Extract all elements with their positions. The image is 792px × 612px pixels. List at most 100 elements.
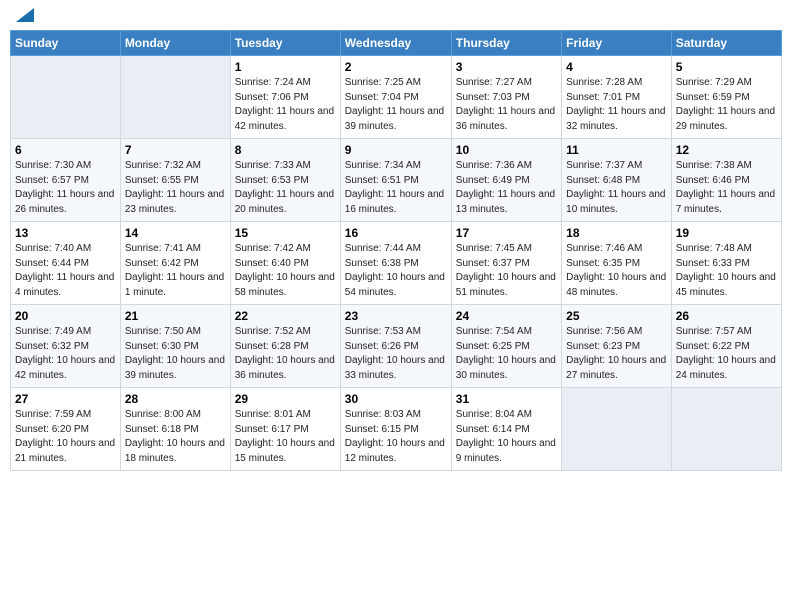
cell-details: Sunrise: 7:33 AMSunset: 6:53 PMDaylight:…: [235, 159, 336, 217]
day-number: 22: [235, 309, 336, 323]
day-number: 29: [235, 392, 336, 406]
calendar-week-row: 27 Sunrise: 7:59 AMSunset: 6:20 PMDayligh…: [11, 388, 782, 471]
day-header-saturday: Saturday: [671, 31, 781, 56]
calendar-table: SundayMondayTuesdayWednesdayThursdayFrid…: [10, 30, 782, 471]
day-number: 27: [15, 392, 116, 406]
calendar-cell: 20Sunrise: 7:49 AMSunset: 6:32 PMDayligh…: [11, 305, 121, 388]
logo-icon: [16, 8, 34, 22]
cell-details: Sunrise: 7:30 AMSunset: 6:57 PMDaylight:…: [15, 159, 116, 217]
day-header-tuesday: Tuesday: [230, 31, 340, 56]
cell-details: Sunrise: 8:03 AMSunset: 6:15 PMDaylight:…: [345, 408, 447, 466]
calendar-cell: 11 Sunrise: 7:37 AMSunset: 6:48 PMDayligh…: [562, 139, 672, 222]
cell-details: Sunrise: 7:52 AMSunset: 6:28 PMDaylight:…: [235, 325, 336, 383]
day-number: 26: [676, 309, 777, 323]
calendar-cell: 8 Sunrise: 7:33 AMSunset: 6:53 PMDaylight…: [230, 139, 340, 222]
day-number: 18: [566, 226, 667, 240]
cell-details: Sunrise: 7:50 AMSunset: 6:30 PMDaylight:…: [125, 325, 226, 383]
day-header-wednesday: Wednesday: [340, 31, 451, 56]
day-number: 12: [676, 143, 777, 157]
calendar-cell: 24 Sunrise: 7:54 AMSunset: 6:25 PMDayligh…: [451, 305, 561, 388]
cell-details: Sunrise: 8:01 AMSunset: 6:17 PMDaylight:…: [235, 408, 336, 466]
calendar-cell: 22 Sunrise: 7:52 AMSunset: 6:28 PMDayligh…: [230, 305, 340, 388]
cell-details: Sunrise: 7:29 AMSunset: 6:59 PMDaylight:…: [676, 76, 777, 134]
cell-details: Sunrise: 8:00 AMSunset: 6:18 PMDaylight:…: [125, 408, 226, 466]
cell-details: Sunrise: 7:46 AMSunset: 6:35 PMDaylight:…: [566, 242, 667, 300]
cell-details: Sunrise: 7:34 AMSunset: 6:51 PMDaylight:…: [345, 159, 447, 217]
day-number: 24: [456, 309, 557, 323]
day-number: 19: [676, 226, 777, 240]
day-number: 17: [456, 226, 557, 240]
calendar-cell: 6 Sunrise: 7:30 AMSunset: 6:57 PMDaylight…: [11, 139, 121, 222]
calendar-cell: 29 Sunrise: 8:01 AMSunset: 6:17 PMDayligh…: [230, 388, 340, 471]
logo: [14, 10, 34, 22]
day-number: 25: [566, 309, 667, 323]
day-header-sunday: Sunday: [11, 31, 121, 56]
calendar-cell: 10 Sunrise: 7:36 AMSunset: 6:49 PMDayligh…: [451, 139, 561, 222]
calendar-cell: [671, 388, 781, 471]
calendar-cell: [562, 388, 672, 471]
cell-details: Sunrise: 7:41 AMSunset: 6:42 PMDaylight:…: [125, 242, 226, 300]
cell-details: Sunrise: 7:44 AMSunset: 6:38 PMDaylight:…: [345, 242, 447, 300]
cell-details: Sunrise: 7:54 AMSunset: 6:25 PMDaylight:…: [456, 325, 557, 383]
day-number: 31: [456, 392, 557, 406]
cell-details: Sunrise: 7:42 AMSunset: 6:40 PMDaylight:…: [235, 242, 336, 300]
calendar-header-row: SundayMondayTuesdayWednesdayThursdayFrid…: [11, 31, 782, 56]
day-number: 15: [235, 226, 336, 240]
cell-details: Sunrise: 7:38 AMSunset: 6:46 PMDaylight:…: [676, 159, 777, 217]
calendar-cell: 18 Sunrise: 7:46 AMSunset: 6:35 PMDayligh…: [562, 222, 672, 305]
day-number: 9: [345, 143, 447, 157]
calendar-cell: 31 Sunrise: 8:04 AMSunset: 6:14 PMDayligh…: [451, 388, 561, 471]
day-number: 6: [15, 143, 116, 157]
calendar-week-row: 1 Sunrise: 7:24 AMSunset: 7:06 PMDaylight…: [11, 56, 782, 139]
cell-details: Sunrise: 7:40 AMSunset: 6:44 PMDaylight:…: [15, 242, 116, 300]
day-number: 3: [456, 60, 557, 74]
cell-details: Sunrise: 7:59 AMSunset: 6:20 PMDaylight:…: [15, 408, 116, 466]
calendar-cell: [11, 56, 121, 139]
day-number: 30: [345, 392, 447, 406]
day-number: 11: [566, 143, 667, 157]
calendar-cell: [120, 56, 230, 139]
cell-details: Sunrise: 7:36 AMSunset: 6:49 PMDaylight:…: [456, 159, 557, 217]
day-number: 16: [345, 226, 447, 240]
cell-details: Sunrise: 7:49 AMSunset: 6:32 PMDaylight:…: [15, 325, 116, 383]
calendar-cell: 26 Sunrise: 7:57 AMSunset: 6:22 PMDayligh…: [671, 305, 781, 388]
cell-details: Sunrise: 7:25 AMSunset: 7:04 PMDaylight:…: [345, 76, 447, 134]
calendar-cell: 2 Sunrise: 7:25 AMSunset: 7:04 PMDaylight…: [340, 56, 451, 139]
day-number: 28: [125, 392, 226, 406]
calendar-week-row: 13 Sunrise: 7:40 AMSunset: 6:44 PMDayligh…: [11, 222, 782, 305]
day-number: 10: [456, 143, 557, 157]
cell-details: Sunrise: 7:48 AMSunset: 6:33 PMDaylight:…: [676, 242, 777, 300]
calendar-cell: 17 Sunrise: 7:45 AMSunset: 6:37 PMDayligh…: [451, 222, 561, 305]
calendar-cell: 3Sunrise: 7:27 AMSunset: 7:03 PMDaylight…: [451, 56, 561, 139]
day-number: 2: [345, 60, 447, 74]
calendar-cell: 13 Sunrise: 7:40 AMSunset: 6:44 PMDayligh…: [11, 222, 121, 305]
page-header: [10, 10, 782, 22]
cell-details: Sunrise: 7:45 AMSunset: 6:37 PMDaylight:…: [456, 242, 557, 300]
calendar-cell: 23 Sunrise: 7:53 AMSunset: 6:26 PMDayligh…: [340, 305, 451, 388]
cell-details: Sunrise: 7:37 AMSunset: 6:48 PMDaylight:…: [566, 159, 667, 217]
cell-details: Sunrise: 7:28 AMSunset: 7:01 PMDaylight:…: [566, 76, 667, 134]
day-number: 21: [125, 309, 226, 323]
cell-details: Sunrise: 7:24 AMSunset: 7:06 PMDaylight:…: [235, 76, 336, 134]
day-header-thursday: Thursday: [451, 31, 561, 56]
calendar-cell: 12 Sunrise: 7:38 AMSunset: 6:46 PMDayligh…: [671, 139, 781, 222]
calendar-cell: 27 Sunrise: 7:59 AMSunset: 6:20 PMDayligh…: [11, 388, 121, 471]
calendar-cell: 25Sunrise: 7:56 AMSunset: 6:23 PMDayligh…: [562, 305, 672, 388]
cell-details: Sunrise: 7:32 AMSunset: 6:55 PMDaylight:…: [125, 159, 226, 217]
calendar-cell: 14Sunrise: 7:41 AMSunset: 6:42 PMDayligh…: [120, 222, 230, 305]
day-number: 5: [676, 60, 777, 74]
calendar-cell: 4 Sunrise: 7:28 AMSunset: 7:01 PMDaylight…: [562, 56, 672, 139]
day-number: 4: [566, 60, 667, 74]
day-header-monday: Monday: [120, 31, 230, 56]
day-header-friday: Friday: [562, 31, 672, 56]
day-number: 1: [235, 60, 336, 74]
calendar-cell: 28 Sunrise: 8:00 AMSunset: 6:18 PMDayligh…: [120, 388, 230, 471]
day-number: 8: [235, 143, 336, 157]
cell-details: Sunrise: 8:04 AMSunset: 6:14 PMDaylight:…: [456, 408, 557, 466]
day-number: 23: [345, 309, 447, 323]
calendar-week-row: 20Sunrise: 7:49 AMSunset: 6:32 PMDayligh…: [11, 305, 782, 388]
day-number: 7: [125, 143, 226, 157]
cell-details: Sunrise: 7:53 AMSunset: 6:26 PMDaylight:…: [345, 325, 447, 383]
day-number: 13: [15, 226, 116, 240]
cell-details: Sunrise: 7:57 AMSunset: 6:22 PMDaylight:…: [676, 325, 777, 383]
